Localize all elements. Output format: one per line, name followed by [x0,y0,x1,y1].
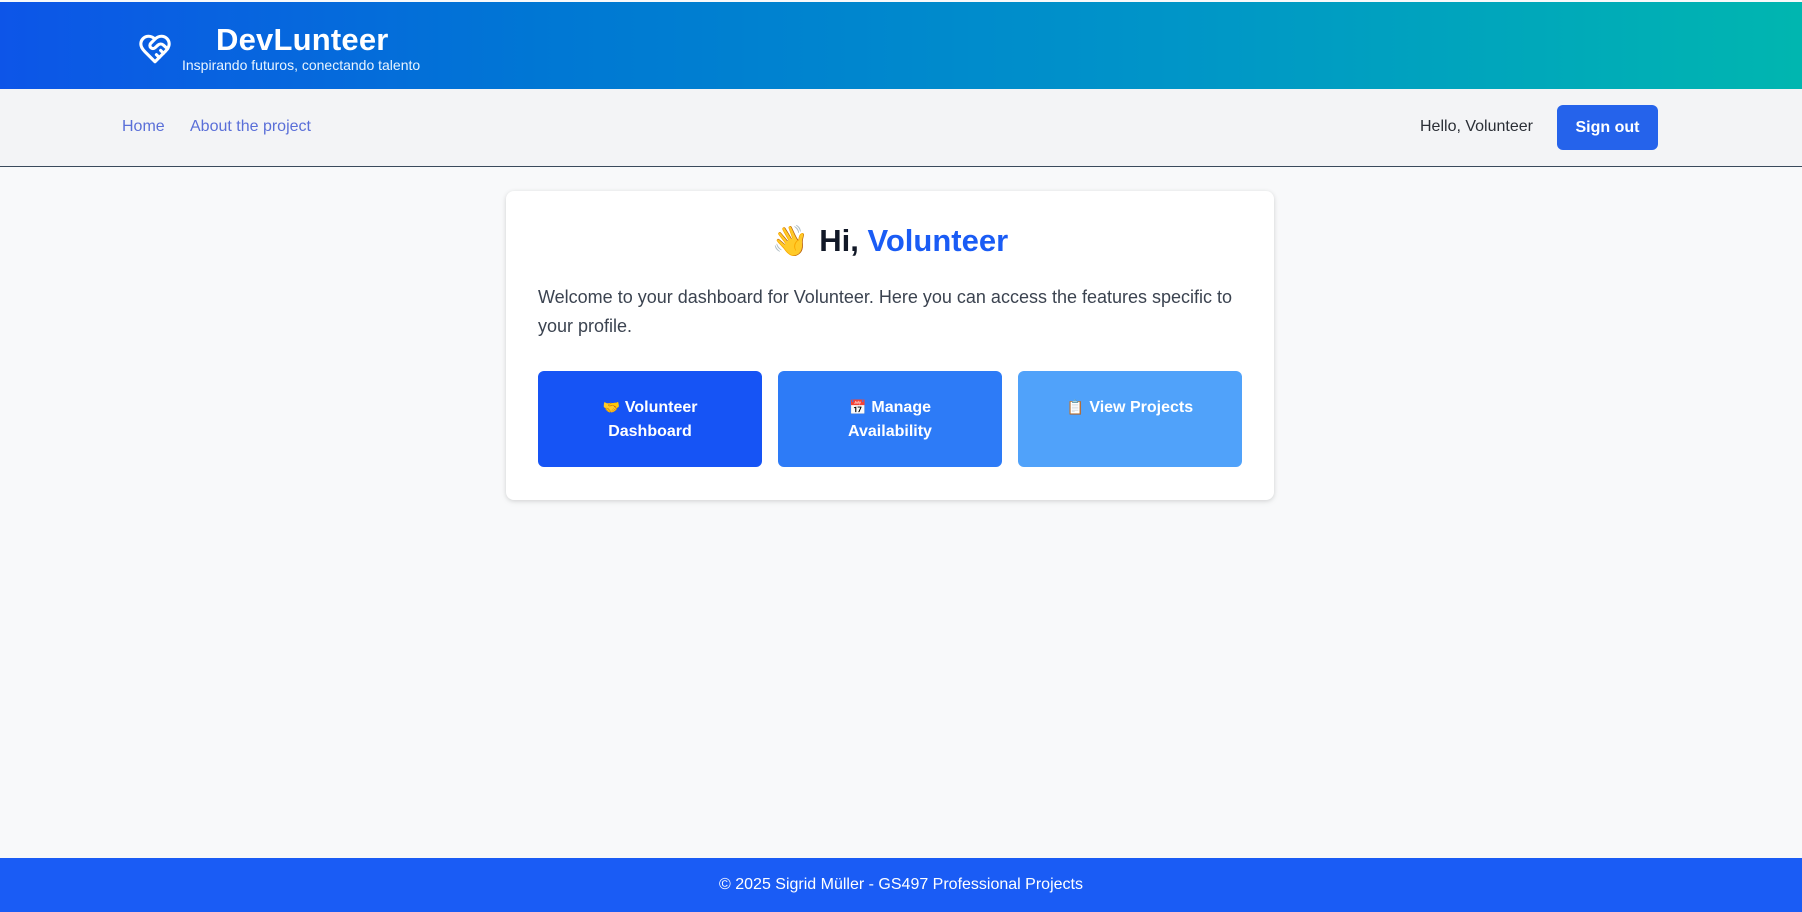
nav-link-about[interactable]: About the project [190,118,311,136]
sign-out-button[interactable]: Sign out [1557,105,1658,150]
page: DevLunteer Inspirando futuros, conectand… [0,0,1802,912]
volunteer-dashboard-label: Volunteer Dashboard [608,399,698,440]
clipboard-icon: 📋 [1066,399,1085,415]
top-header: DevLunteer Inspirando futuros, conectand… [0,2,1802,89]
heart-handshake-icon [139,34,171,64]
app-subtitle: Inspirando futuros, conectando talento [182,57,421,73]
app-title: DevLunteer [216,22,389,57]
view-projects-button[interactable]: 📋 View Projects [1018,371,1242,467]
nav-link-home[interactable]: Home [122,118,165,136]
button-label-wrap: 📋 View Projects [1067,395,1193,420]
welcome-heading: 👋 Hi, Volunteer [506,223,1274,259]
handshake-icon: 🤝 [602,399,620,415]
welcome-card: 👋 Hi, Volunteer Welcome to your dashboard… [506,191,1274,500]
footer-copyright: © 2025 Sigrid Müller - GS497 Professiona… [719,876,1083,893]
manage-availability-button[interactable]: 📅 Manage Availability [778,371,1002,467]
welcome-description: Welcome to your dashboard for Volunteer.… [538,287,1233,336]
view-projects-label: View Projects [1089,399,1194,416]
heading-prefix: Hi, [819,223,859,258]
waving-hand-icon: 👋 [771,225,810,258]
page-footer: © 2025 Sigrid Müller - GS497 Professiona… [0,858,1802,912]
volunteer-dashboard-button[interactable]: 🤝 Volunteer Dashboard [538,371,762,467]
heading-username: Volunteer [867,223,1009,258]
button-label-wrap: 🤝 Volunteer Dashboard [572,395,728,444]
button-label-wrap: 📅 Manage Availability [812,395,968,444]
calendar-icon: 📅 [848,399,867,415]
navbar: Home About the project Hello, Volunteer … [0,89,1802,167]
user-greeting: Hello, Volunteer [1420,118,1533,135]
